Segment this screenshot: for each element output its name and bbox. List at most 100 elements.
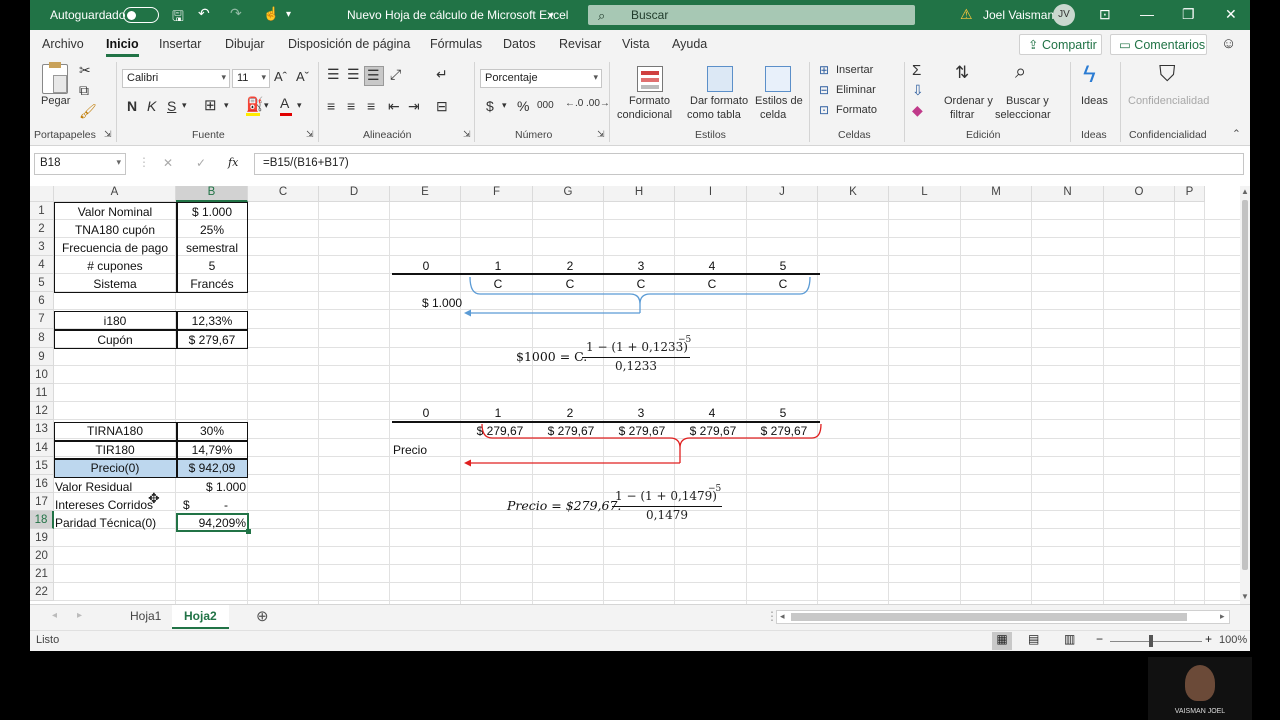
cell-b17-value[interactable]: -: [224, 496, 228, 514]
cell-a7[interactable]: i180: [54, 312, 176, 330]
name-box[interactable]: B18 ▾: [34, 153, 126, 175]
insert-cells-icon[interactable]: ⊞: [819, 63, 829, 77]
row-header-22[interactable]: 22: [30, 583, 54, 601]
fill-icon[interactable]: ⇩: [912, 82, 924, 99]
number-format-dropdown[interactable]: Porcentaje ▾: [480, 69, 602, 88]
copy-icon[interactable]: ⧉: [79, 82, 89, 99]
collapse-ribbon-icon[interactable]: ⌃: [1232, 128, 1241, 140]
clear-icon[interactable]: ◆: [912, 102, 923, 119]
zoom-in-icon[interactable]: +: [1205, 632, 1212, 646]
row-header-4[interactable]: 4: [30, 256, 54, 274]
cell-a13[interactable]: TIRNA180: [54, 422, 176, 440]
formula-input[interactable]: =B15/(B16+B17): [254, 153, 1244, 175]
cell-a1[interactable]: Valor Nominal: [54, 203, 176, 221]
column-header-d[interactable]: D: [319, 186, 390, 202]
cancel-icon[interactable]: ✕: [163, 156, 173, 170]
enter-icon[interactable]: ✓: [196, 156, 206, 170]
tab-disposicion[interactable]: Disposición de página: [288, 37, 410, 51]
thousands-button[interactable]: 000: [537, 100, 554, 111]
number-launcher-icon[interactable]: ⇲: [597, 129, 605, 140]
format-painter-icon[interactable]: 🖌: [79, 103, 97, 120]
row-header-2[interactable]: 2: [30, 220, 54, 238]
merge-center-icon[interactable]: ⊟: [436, 98, 448, 115]
find-select-label[interactable]: Buscar y: [1006, 95, 1049, 107]
minimize-icon[interactable]: —: [1140, 6, 1154, 22]
cell-b17-currency[interactable]: $: [183, 496, 190, 514]
chevron-down-icon[interactable]: ▾: [502, 100, 507, 111]
align-right-icon[interactable]: ≡: [367, 98, 375, 114]
row-header-20[interactable]: 20: [30, 547, 54, 565]
percent-button[interactable]: %: [517, 98, 529, 114]
decrease-font-icon[interactable]: Aˇ: [296, 69, 309, 84]
font-name-dropdown[interactable]: Calibri ▾: [122, 69, 230, 88]
italic-button[interactable]: K: [147, 98, 156, 114]
cell-a16[interactable]: Valor Residual: [55, 478, 132, 496]
cell-b7[interactable]: 12,33%: [176, 312, 248, 330]
cell-a8[interactable]: Cupón: [54, 331, 176, 349]
cell-b18[interactable]: 94,209%: [176, 514, 246, 532]
save-icon[interactable]: 🖫: [172, 6, 184, 30]
cell-styles-icon[interactable]: [765, 66, 791, 92]
cell-b3[interactable]: semestral: [176, 239, 248, 257]
cell-b13[interactable]: 30%: [176, 422, 248, 440]
chevron-down-icon[interactable]: ▾: [264, 100, 269, 111]
row-header-7[interactable]: 7: [30, 310, 54, 329]
horizontal-scrollbar[interactable]: ◂ ▸: [776, 610, 1230, 624]
row-header-13[interactable]: 13: [30, 420, 54, 439]
align-left-icon[interactable]: ≡: [327, 98, 335, 114]
autosum-icon[interactable]: Σ: [912, 62, 921, 79]
column-header-j[interactable]: J: [747, 186, 818, 202]
sort-filter-icon[interactable]: ⇅: [955, 63, 969, 83]
conditional-format-icon[interactable]: [637, 66, 663, 92]
zoom-slider-thumb[interactable]: [1149, 635, 1153, 647]
ribbon-display-icon[interactable]: ⊡: [1099, 6, 1111, 23]
cell-b2[interactable]: 25%: [176, 221, 248, 239]
tab-inicio[interactable]: Inicio: [106, 37, 139, 57]
page-break-icon[interactable]: ▥: [1064, 632, 1075, 646]
warning-icon[interactable]: ⚠: [960, 6, 973, 23]
user-name[interactable]: Joel Vaisman: [983, 8, 1054, 22]
font-launcher-icon[interactable]: ⇲: [306, 129, 314, 140]
format-cells-label[interactable]: Formato: [836, 104, 877, 116]
title-dropdown-icon[interactable]: ▾: [549, 10, 554, 21]
increase-font-icon[interactable]: Aˆ: [274, 69, 287, 84]
vertical-scrollbar[interactable]: ▲ ▼: [1240, 186, 1250, 604]
sheet-tab-hoja1[interactable]: Hoja1: [118, 605, 173, 629]
ideas-icon[interactable]: ϟ: [1083, 61, 1096, 89]
increase-indent-icon[interactable]: ⇥: [408, 98, 420, 115]
bold-button[interactable]: N: [127, 98, 137, 114]
row-header-16[interactable]: 16: [30, 475, 54, 493]
search-input[interactable]: ⌕ Buscar: [588, 5, 915, 25]
spreadsheet-grid[interactable]: ABCDEFGHIJKLMNOP 1 2 3 4 5 6 7 8 9 10 11 12 13 14 15 16…: [30, 186, 1240, 604]
delete-cells-icon[interactable]: ⊟: [819, 83, 829, 97]
paste-label[interactable]: Pegar: [41, 95, 70, 107]
format-as-table-icon[interactable]: [707, 66, 733, 92]
column-header-i[interactable]: I: [675, 186, 747, 202]
chevron-down-icon[interactable]: ▾: [224, 100, 229, 111]
insert-function-icon[interactable]: fx: [228, 156, 238, 169]
column-header-o[interactable]: O: [1104, 186, 1175, 202]
cell-styles-label[interactable]: Estilos de: [755, 95, 803, 107]
feedback-smiley-icon[interactable]: ☺: [1221, 35, 1236, 52]
cell-a18[interactable]: Paridad Técnica(0): [55, 514, 156, 532]
sort-filter-label-2[interactable]: filtrar: [950, 109, 974, 121]
column-header-c[interactable]: C: [248, 186, 319, 202]
row-header-9[interactable]: 9: [30, 348, 54, 366]
zoom-level[interactable]: 100%: [1219, 634, 1247, 646]
decrease-indent-icon[interactable]: ⇤: [388, 98, 400, 115]
avatar[interactable]: JV: [1053, 4, 1075, 26]
cell-a17[interactable]: Intereses Corridos: [55, 496, 153, 514]
select-all-button[interactable]: [30, 186, 54, 202]
chevron-down-icon[interactable]: ▾: [182, 100, 187, 111]
undo-icon[interactable]: ↶: [198, 5, 210, 22]
redo-icon[interactable]: ↷: [230, 5, 242, 22]
tab-vista[interactable]: Vista: [622, 37, 650, 51]
align-top-icon[interactable]: ☰: [327, 66, 340, 83]
font-size-dropdown[interactable]: 11 ▾: [232, 69, 270, 88]
cell-a5[interactable]: Sistema: [54, 275, 176, 293]
row-header-6[interactable]: 6: [30, 292, 54, 310]
clipboard-launcher-icon[interactable]: ⇲: [104, 129, 112, 140]
fill-handle[interactable]: [246, 529, 251, 534]
column-header-g[interactable]: G: [533, 186, 604, 202]
wrap-text-icon[interactable]: ↵: [436, 66, 448, 83]
